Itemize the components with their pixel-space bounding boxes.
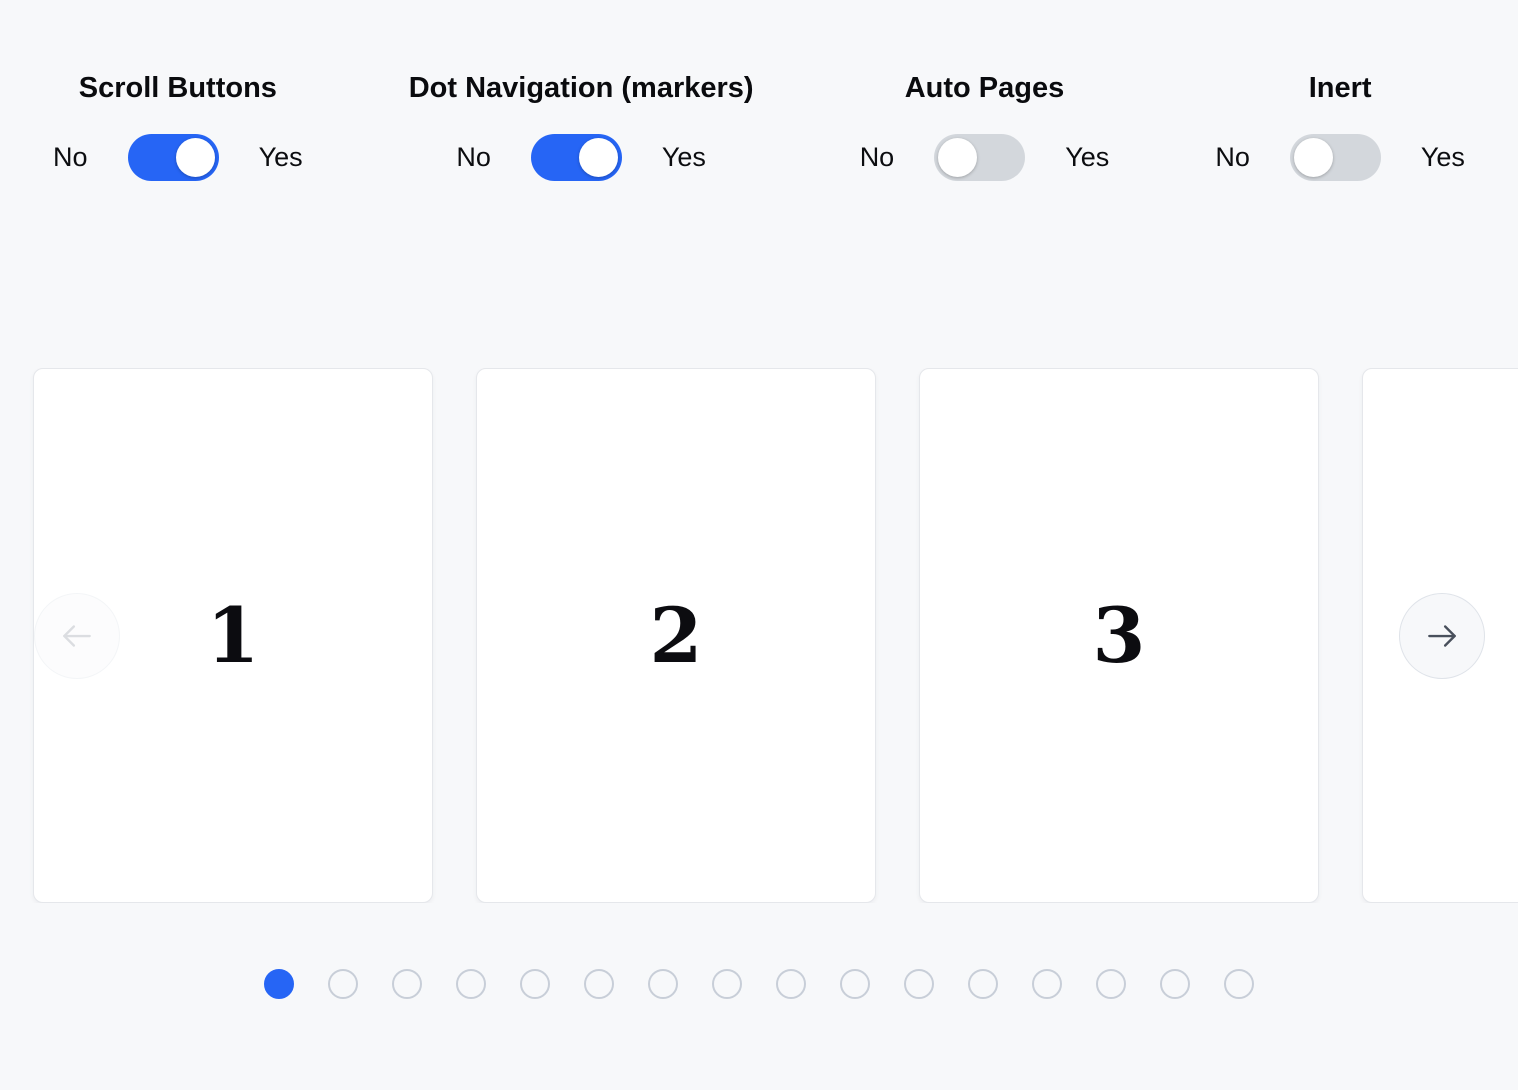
dot-marker[interactable] [840, 969, 870, 999]
dot-marker[interactable] [1160, 969, 1190, 999]
toggle-no-label: No [456, 142, 491, 173]
control-inert: Inert No Yes [1215, 70, 1465, 181]
dot-navigation [0, 969, 1518, 999]
slide-number: 1 [207, 591, 260, 680]
carousel-slide: 2 [476, 368, 876, 903]
carousel-slide: 3 [919, 368, 1319, 903]
carousel-viewport[interactable]: 1 2 3 4 [0, 368, 1518, 903]
control-dot-navigation: Dot Navigation (markers) No Yes [409, 70, 754, 181]
toggle-no-label: No [53, 142, 88, 173]
control-scroll-buttons: Scroll Buttons No Yes [53, 70, 303, 181]
control-heading: Inert [1309, 70, 1372, 106]
control-heading: Auto Pages [905, 70, 1065, 106]
toggle-knob [579, 138, 618, 177]
auto-pages-toggle[interactable] [934, 134, 1025, 181]
right-arrow-icon [1423, 617, 1461, 655]
dot-marker[interactable] [328, 969, 358, 999]
carousel: 1 2 3 4 [0, 368, 1518, 903]
toggle-yes-label: Yes [1421, 142, 1465, 173]
dot-marker[interactable] [456, 969, 486, 999]
toggle-knob [176, 138, 215, 177]
left-arrow-icon [58, 617, 96, 655]
dot-marker[interactable] [1032, 969, 1062, 999]
dot-navigation-toggle[interactable] [531, 134, 622, 181]
toggle-no-label: No [1215, 142, 1250, 173]
dot-marker[interactable] [904, 969, 934, 999]
inert-toggle[interactable] [1290, 134, 1381, 181]
dot-marker[interactable] [968, 969, 998, 999]
dot-marker[interactable] [1224, 969, 1254, 999]
previous-page-button[interactable] [34, 593, 120, 679]
slide-number: 3 [1093, 591, 1146, 680]
control-heading: Scroll Buttons [79, 70, 277, 106]
control-auto-pages: Auto Pages No Yes [860, 70, 1110, 181]
toggle-yes-label: Yes [662, 142, 706, 173]
dot-marker[interactable] [1096, 969, 1126, 999]
dot-marker[interactable] [776, 969, 806, 999]
control-heading: Dot Navigation (markers) [409, 70, 754, 106]
dot-marker[interactable] [584, 969, 614, 999]
toggle-yes-label: Yes [1065, 142, 1109, 173]
dot-marker[interactable] [392, 969, 422, 999]
dot-marker[interactable] [648, 969, 678, 999]
dot-marker[interactable] [520, 969, 550, 999]
controls-bar: Scroll Buttons No Yes Dot Navigation (ma… [0, 0, 1518, 181]
slide-number: 2 [650, 591, 703, 680]
toggle-knob [1294, 138, 1333, 177]
dot-marker[interactable] [264, 969, 294, 999]
toggle-yes-label: Yes [259, 142, 303, 173]
dot-marker[interactable] [712, 969, 742, 999]
scroll-buttons-toggle[interactable] [128, 134, 219, 181]
toggle-no-label: No [860, 142, 895, 173]
toggle-knob [938, 138, 977, 177]
next-page-button[interactable] [1399, 593, 1485, 679]
